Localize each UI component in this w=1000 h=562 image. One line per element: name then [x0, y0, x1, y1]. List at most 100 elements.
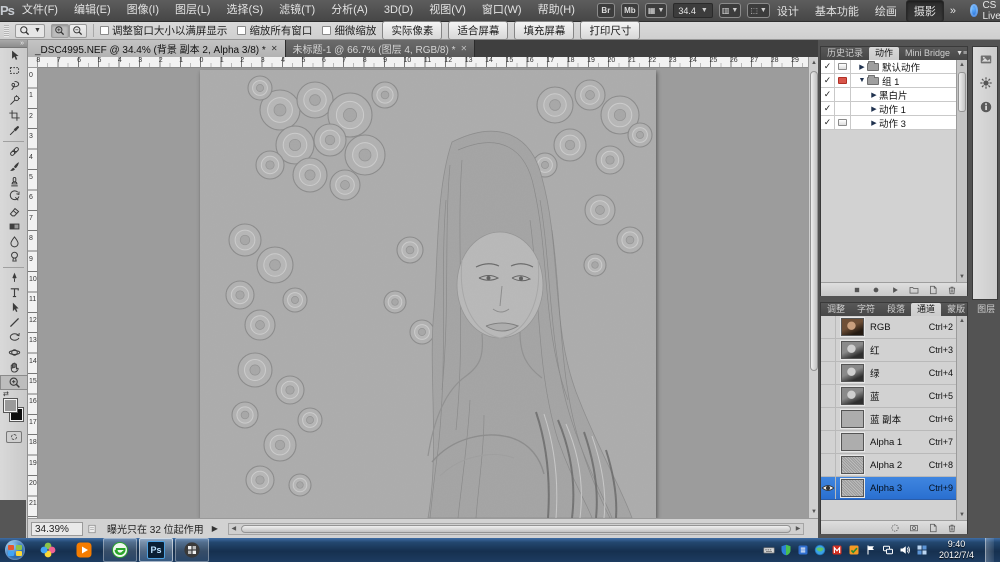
actions-tab-历史记录[interactable]: 历史记录 — [821, 47, 869, 60]
begin-recording-button[interactable] — [871, 285, 881, 295]
visibility-toggle[interactable] — [821, 408, 836, 430]
workspace-摄影[interactable]: 摄影 — [906, 0, 944, 22]
workspace-设计[interactable]: 设计 — [770, 1, 806, 21]
action-toggle-icon[interactable]: ✓ — [821, 88, 835, 101]
workspace-基本功能[interactable]: 基本功能 — [808, 1, 866, 21]
channel-row-RGB[interactable]: RGB Ctrl+2 — [821, 316, 967, 339]
tray-docs-icon[interactable] — [797, 544, 809, 556]
zoom-tool-preset[interactable]: ▼ — [15, 24, 45, 38]
path-select-tool[interactable] — [0, 300, 28, 315]
action-dialog-toggle[interactable] — [835, 116, 851, 129]
channels-tab-蒙版[interactable]: 蒙版 — [941, 303, 971, 316]
option-checkbox-2[interactable]: 细微缩放 — [322, 23, 376, 38]
spot-healing-tool[interactable] — [0, 144, 28, 159]
menu-3DD[interactable]: 3D(D) — [376, 0, 421, 21]
action-toggle-icon[interactable]: ✓ — [821, 116, 835, 129]
action-dialog-toggle[interactable] — [835, 74, 851, 87]
new-channel-button[interactable] — [928, 523, 938, 533]
visibility-toggle[interactable] — [821, 385, 836, 407]
channels-scrollbar[interactable]: ▲▼ — [956, 316, 967, 520]
actions-tab-Mini Bridge[interactable]: Mini Bridge — [899, 47, 956, 60]
expand-triangle-icon[interactable]: ▶ — [869, 91, 879, 99]
hand-tool[interactable] — [0, 360, 28, 375]
taskbar-app-image-viewer[interactable] — [175, 538, 209, 562]
new-action-set-button[interactable] — [909, 285, 919, 295]
tray-m-icon[interactable] — [831, 544, 843, 556]
menu-A[interactable]: 分析(A) — [323, 0, 376, 21]
actions-scrollbar[interactable]: ▲▼ — [956, 60, 967, 282]
line-shape-tool[interactable] — [0, 315, 28, 330]
taskbar-clock[interactable]: 9:40 2012/7/4 — [933, 539, 980, 561]
view-extras-icon[interactable]: ▥▼ — [719, 3, 742, 18]
tray-security-shield-icon[interactable] — [780, 544, 792, 556]
lasso-tool[interactable] — [0, 78, 28, 93]
visibility-toggle[interactable] — [821, 339, 836, 361]
bridge-icon[interactable]: Br — [597, 3, 615, 18]
status-zoom-field[interactable]: 34.39% — [31, 522, 83, 536]
taskbar-app-photoshop[interactable]: Ps — [139, 538, 173, 562]
expand-triangle-icon[interactable]: ▶ — [857, 63, 867, 71]
close-tab-icon[interactable]: ✕ — [271, 44, 278, 53]
action-item-0[interactable]: ✓ ▶ 默认动作 — [821, 60, 967, 74]
quick-select-tool[interactable] — [0, 93, 28, 108]
3d-rotate-tool[interactable] — [0, 330, 28, 345]
tray-input-indicator-icon[interactable] — [916, 544, 928, 556]
tray-keyboard-icon[interactable] — [763, 544, 775, 556]
crop-tool[interactable] — [0, 108, 28, 123]
swap-colors-icon[interactable]: ⇄ — [3, 390, 9, 398]
menu-V[interactable]: 视图(V) — [421, 0, 474, 21]
taskbar-app-browser[interactable] — [103, 538, 137, 562]
channel-row-蓝[interactable]: 蓝 Ctrl+5 — [821, 385, 967, 408]
blur-tool[interactable] — [0, 234, 28, 249]
adjustments-panel-icon[interactable] — [973, 71, 999, 95]
zoom-in-mode-button[interactable] — [51, 24, 69, 38]
stop-recording-button[interactable] — [852, 285, 862, 295]
channel-row-蓝-副本[interactable]: 蓝 副本 Ctrl+6 — [821, 408, 967, 431]
panel-menu-icon[interactable]: ▼≡ — [956, 47, 971, 60]
menu-F[interactable]: 文件(F) — [14, 0, 66, 21]
show-desktop-button[interactable] — [985, 538, 994, 562]
expand-triangle-icon[interactable]: ▶ — [869, 119, 879, 127]
channel-row-Alpha-3[interactable]: Alpha 3 Ctrl+9 — [821, 477, 967, 500]
eyedropper-tool[interactable] — [0, 123, 28, 138]
cs-live-button[interactable]: CS Live ▼ — [962, 0, 1000, 22]
taskbar-app-player[interactable] — [67, 538, 101, 562]
move-tool[interactable] — [0, 48, 28, 63]
tray-network-icon[interactable] — [882, 544, 894, 556]
action-item-2[interactable]: ✓ ▶ 黑白片 — [821, 88, 967, 102]
vertical-scroll-thumb[interactable] — [810, 71, 818, 371]
new-action-button[interactable] — [928, 285, 938, 295]
action-dialog-toggle[interactable] — [835, 102, 851, 115]
mini-bridge-icon[interactable]: Mb — [621, 3, 639, 18]
channels-tab-图层[interactable]: 图层 — [971, 303, 1000, 316]
workspace-绘画[interactable]: 绘画 — [868, 1, 904, 21]
menu-E[interactable]: 编辑(E) — [66, 0, 119, 21]
taskbar-app-pinwheel[interactable] — [31, 538, 65, 562]
gradient-tool[interactable] — [0, 219, 28, 234]
action-item-4[interactable]: ✓ ▶ 动作 3 — [821, 116, 967, 130]
horizontal-scroll-thumb[interactable] — [241, 525, 791, 533]
close-tab-icon[interactable]: ✕ — [460, 44, 467, 53]
document-tab-0[interactable]: _DSC4995.NEF @ 34.4% (背景 副本 2, Alpha 3/8… — [28, 40, 286, 57]
tray-update-icon[interactable] — [848, 544, 860, 556]
action-dialog-toggle[interactable] — [835, 60, 851, 73]
actions-tab-动作[interactable]: 动作 — [869, 47, 899, 60]
menu-L[interactable]: 图层(L) — [167, 0, 218, 21]
zoom-out-mode-button[interactable] — [69, 24, 87, 38]
option-checkbox-0[interactable]: 调整窗口大小以满屏显示 — [100, 23, 228, 38]
start-button[interactable] — [0, 538, 30, 562]
action-dialog-toggle[interactable] — [835, 88, 851, 101]
tray-globe-icon[interactable] — [814, 544, 826, 556]
history-brush-tool[interactable] — [0, 189, 28, 204]
canvas-viewport[interactable] — [38, 68, 808, 518]
channels-tab-通道[interactable]: 通道 — [911, 303, 941, 316]
arrange-documents-icon[interactable]: ▦▼ — [645, 3, 668, 18]
option-checkbox-1[interactable]: 缩放所有窗口 — [237, 23, 312, 38]
type-tool[interactable] — [0, 285, 28, 300]
channels-tab-调整[interactable]: 调整 — [821, 303, 851, 316]
tray-volume-icon[interactable] — [899, 544, 911, 556]
pen-tool[interactable] — [0, 270, 28, 285]
menu-S[interactable]: 选择(S) — [218, 0, 271, 21]
quick-mask-button[interactable] — [6, 431, 22, 443]
action-toggle-icon[interactable]: ✓ — [821, 102, 835, 115]
